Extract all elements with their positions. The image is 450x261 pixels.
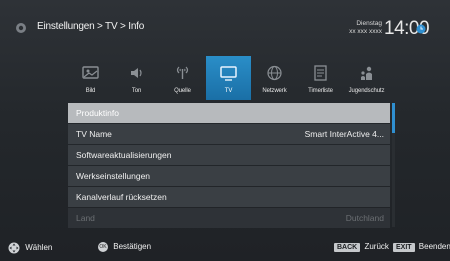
hint-select-label: Wählen bbox=[25, 243, 53, 253]
breadcrumb: Einstellungen > TV > Info bbox=[37, 21, 145, 32]
menu-item-tv-name[interactable]: TV Name Smart InterActive 4... bbox=[68, 124, 390, 144]
menu-item-value: Dutchland bbox=[345, 213, 384, 223]
menu-item-produktinfo[interactable]: Produktinfo bbox=[68, 103, 390, 123]
date-label: xx xxx xxxx bbox=[349, 28, 382, 35]
tab-label: Timerliste bbox=[308, 88, 333, 94]
menu-item-label: TV Name bbox=[76, 129, 112, 139]
tab-ton[interactable]: Ton bbox=[114, 56, 159, 100]
header: Einstellungen > TV > Info Dienstag xx xx… bbox=[0, 0, 450, 56]
tab-jugendschutz[interactable]: Jugendschutz bbox=[344, 56, 389, 100]
hint-select: Wählen bbox=[8, 242, 52, 254]
tab-timerliste[interactable]: Timerliste bbox=[298, 56, 343, 100]
timer-list-icon bbox=[314, 65, 327, 81]
menu-item-land: Land Dutchland bbox=[68, 208, 390, 228]
date-display: Dienstag xx xxx xxxx bbox=[330, 20, 382, 36]
tab-label: Ton bbox=[131, 88, 142, 94]
menu-item-label: Produktinfo bbox=[76, 108, 119, 118]
menu-item-label: Land bbox=[76, 213, 95, 223]
ok-key-icon: OK bbox=[98, 242, 108, 252]
navigation-pad-icon bbox=[8, 242, 20, 254]
hint-exit-label: Beenden bbox=[418, 242, 450, 251]
menu-item-label: Werkseinstellungen bbox=[76, 171, 151, 181]
menu-item-value: Smart InterActive 4... bbox=[304, 129, 384, 139]
network-icon bbox=[267, 65, 282, 81]
back-key: BACK bbox=[334, 243, 361, 252]
tab-netzwerk[interactable]: Netzwerk bbox=[252, 56, 297, 100]
menu-item-werkseinstellungen[interactable]: Werkseinstellungen bbox=[68, 166, 390, 186]
parental-control-icon bbox=[361, 66, 372, 80]
footer-hints: Wählen OK Bestätigen BACK Zurück EXIT Be… bbox=[0, 236, 450, 261]
hint-back-label: Zurück bbox=[364, 242, 389, 251]
picture-icon bbox=[82, 66, 99, 79]
hint-confirm-label: Bestätigen bbox=[113, 242, 152, 252]
weekday-label: Dienstag bbox=[356, 20, 382, 27]
tab-quelle[interactable]: Quelle bbox=[160, 56, 205, 100]
speaker-icon bbox=[131, 68, 142, 78]
source-antenna-icon bbox=[176, 66, 189, 79]
tab-label: Netzwerk bbox=[262, 88, 287, 94]
menu-item-label: Kanalverlauf rücksetzen bbox=[76, 192, 167, 202]
tab-tv[interactable]: TV bbox=[206, 56, 251, 100]
category-tabs: Bild Ton Quelle TV Netzwerk Timerliste J… bbox=[68, 56, 394, 102]
scrollbar-thumb[interactable] bbox=[392, 103, 395, 133]
tab-label: Quelle bbox=[174, 88, 191, 94]
exit-key: EXIT bbox=[393, 243, 415, 252]
tv-settings-screen: Einstellungen > TV > Info Dienstag xx xx… bbox=[0, 0, 450, 261]
tab-label: TV bbox=[224, 88, 233, 94]
menu-item-softwareaktualisierungen[interactable]: Softwareaktualisierungen bbox=[68, 145, 390, 165]
menu-scrollbar[interactable] bbox=[392, 103, 395, 227]
menu-item-label: Softwareaktualisierungen bbox=[76, 150, 172, 160]
tab-label: Bild bbox=[85, 88, 96, 94]
gear-icon bbox=[16, 23, 26, 33]
clock-icon bbox=[416, 24, 426, 34]
tab-bild[interactable]: Bild bbox=[68, 56, 113, 100]
hint-confirm: OK Bestätigen bbox=[98, 242, 151, 252]
hint-exit: EXIT Beenden bbox=[393, 242, 450, 252]
hint-back: BACK Zurück bbox=[334, 242, 389, 252]
settings-menu: Produktinfo TV Name Smart InterActive 4.… bbox=[68, 103, 390, 229]
menu-item-kanalverlauf[interactable]: Kanalverlauf rücksetzen bbox=[68, 187, 390, 207]
tab-label: Jugendschutz bbox=[348, 88, 385, 94]
tv-icon bbox=[220, 66, 237, 81]
